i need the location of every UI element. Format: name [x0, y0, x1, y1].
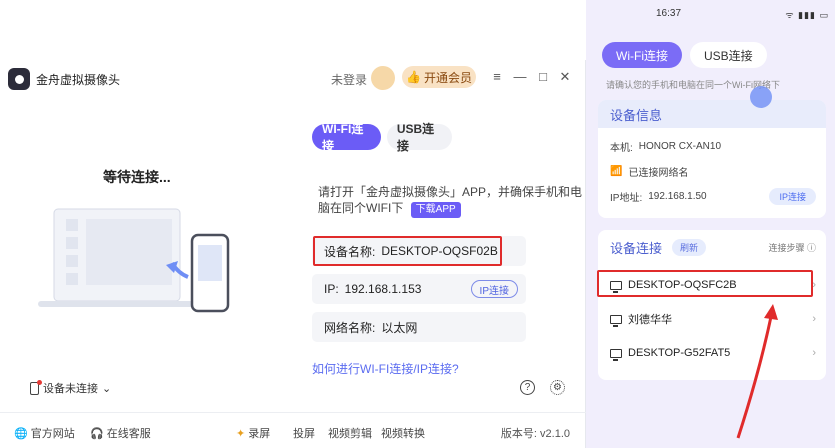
globe-icon: 🌐: [14, 427, 28, 440]
device-item[interactable]: 刘德华华 ›: [598, 302, 826, 336]
wifi-row: 📶 已连接网络名: [598, 159, 826, 184]
app-window: 金舟虚拟摄像头 未登录 👍 开通会员 ≡ — □ ✕ 等待连接... WI-FI…: [0, 60, 586, 448]
device-info-title: 设备信息: [598, 100, 826, 128]
ip-key: IP:: [324, 282, 339, 296]
bottom-bar: 🌐 官方网站 🎧 在线客服 ✦ 录屏 投屏 视频剪辑 视频转换 版本号: v2.…: [0, 412, 586, 448]
phone-ip-key: IP地址:: [610, 193, 643, 204]
maximize-icon[interactable]: □: [536, 69, 550, 83]
connection-tabs: WI-FI连接 USB连接: [312, 122, 452, 153]
chevron-right-icon: ›: [812, 347, 816, 359]
record-label: 录屏: [248, 428, 271, 440]
settings-gear-icon[interactable]: ⚙: [550, 380, 565, 395]
device-item-label: 刘德华华: [628, 314, 672, 326]
tab-usb[interactable]: USB连接: [386, 122, 452, 153]
device-item-label: DESKTOP-G52FAT5: [628, 347, 731, 359]
refresh-button[interactable]: 刷新: [672, 238, 707, 256]
phone-ip-connect-button[interactable]: IP连接: [769, 188, 816, 205]
help-icon[interactable]: ?: [520, 380, 535, 395]
tab-wifi[interactable]: WI-FI连接: [312, 122, 381, 153]
video-convert-link[interactable]: 视频转换: [381, 425, 425, 441]
chevron-right-icon: ›: [812, 313, 816, 325]
record-link[interactable]: ✦ 录屏: [236, 425, 270, 441]
status-icons: ᯤ ▮▮▮ ▭: [785, 10, 829, 20]
support-label: 在线客服: [106, 428, 151, 440]
cast-link[interactable]: 投屏: [293, 425, 315, 441]
version-label: 版本号: v2.1.0: [500, 428, 570, 440]
model-row: 本机: HONOR CX-AN10: [598, 134, 826, 159]
network-key: 网络名称:: [324, 320, 376, 335]
instructions: 请打开「金舟虚拟摄像头」APP，并确保手机和电脑在同个WIFI下 下载APP: [318, 184, 583, 218]
video-convert-label: 视频转换: [381, 428, 425, 440]
avatar[interactable]: [371, 66, 395, 90]
wifi-value: 已连接网络名: [628, 168, 689, 179]
sparkle-icon: ✦: [236, 427, 246, 440]
help-link[interactable]: 如何进行WI-FI连接/IP连接?: [312, 360, 459, 377]
device-status[interactable]: 设备未连接 ⌄: [30, 379, 112, 396]
close-icon[interactable]: ✕: [558, 69, 572, 83]
menu-icon[interactable]: ≡: [490, 69, 504, 83]
title-bar: 金舟虚拟摄像头 未登录 👍 开通会员 ≡ — □ ✕: [0, 60, 586, 96]
vip-button[interactable]: 👍 开通会员: [402, 66, 476, 88]
phone-tabs: Wi-Fi连接 USB连接: [602, 42, 767, 68]
download-app-button[interactable]: 下载APP: [410, 202, 461, 218]
support-link[interactable]: 🎧 在线客服: [90, 425, 151, 441]
phone-tab-wifi[interactable]: Wi-Fi连接: [602, 42, 682, 68]
red-arrow: [736, 304, 778, 439]
device-list-header: 设备连接 刷新 连接步骤 ⓘ: [598, 230, 826, 264]
model-value: HONOR CX-AN10: [638, 141, 722, 152]
wifi-icon: 📶: [610, 166, 623, 177]
connection-illustration: [38, 208, 230, 313]
device-list-card: 设备连接 刷新 连接步骤 ⓘ DESKTOP-OQSFC2B › 刘德华华 › …: [598, 230, 826, 380]
connection-steps-link[interactable]: 连接步骤 ⓘ: [768, 241, 816, 254]
login-label[interactable]: 未登录: [331, 71, 367, 88]
chevron-down-icon: ⌄: [102, 382, 112, 395]
monitor-icon: [610, 314, 622, 327]
monitor-icon: [610, 348, 622, 361]
phone-status-icon: [30, 379, 42, 395]
app-logo-icon: [8, 68, 30, 90]
phone-ip-value: 192.168.1.50: [648, 191, 707, 202]
ip-connect-button[interactable]: IP连接: [470, 280, 518, 298]
device-item[interactable]: DESKTOP-G52FAT5 ›: [598, 336, 826, 370]
video-edit-label: 视频剪辑: [328, 428, 372, 440]
decorative-dot: [750, 86, 772, 108]
cast-label: 投屏: [293, 428, 315, 440]
network-card: 网络名称: 以太网: [312, 312, 526, 342]
phone-tab-usb[interactable]: USB连接: [690, 42, 767, 68]
device-list-title: 设备连接: [610, 240, 663, 256]
device-info-card: 设备信息 本机: HONOR CX-AN10 📶 已连接网络名 IP地址: 19…: [598, 100, 826, 218]
website-link[interactable]: 🌐 官方网站: [14, 425, 75, 441]
phone-panel: 16:37 ᯤ ▮▮▮ ▭ Wi-Fi连接 USB连接 请确认您的手机和电脑在同…: [586, 0, 835, 448]
headset-icon: 🎧: [90, 427, 104, 440]
ip-card: IP: 192.168.1.153 IP连接: [312, 274, 526, 304]
device-status-label: 设备未连接: [43, 383, 98, 395]
video-edit-link[interactable]: 视频剪辑: [328, 425, 372, 441]
minimize-icon[interactable]: —: [513, 69, 527, 83]
device-item-highlight: [597, 270, 813, 297]
ip-value: 192.168.1.153: [344, 282, 422, 296]
waiting-title: 等待连接...: [103, 169, 171, 185]
website-label: 官方网站: [30, 428, 75, 440]
vip-button-label: 开通会员: [423, 70, 472, 85]
phone-ip-row: IP地址: 192.168.1.50 IP连接: [598, 184, 826, 209]
network-value: 以太网: [381, 320, 418, 335]
thumbs-up-icon: 👍: [406, 70, 421, 84]
status-time: 16:37: [656, 8, 682, 19]
device-name-highlight: [313, 236, 502, 266]
app-title: 金舟虚拟摄像头: [36, 73, 121, 87]
model-key: 本机:: [610, 143, 633, 154]
